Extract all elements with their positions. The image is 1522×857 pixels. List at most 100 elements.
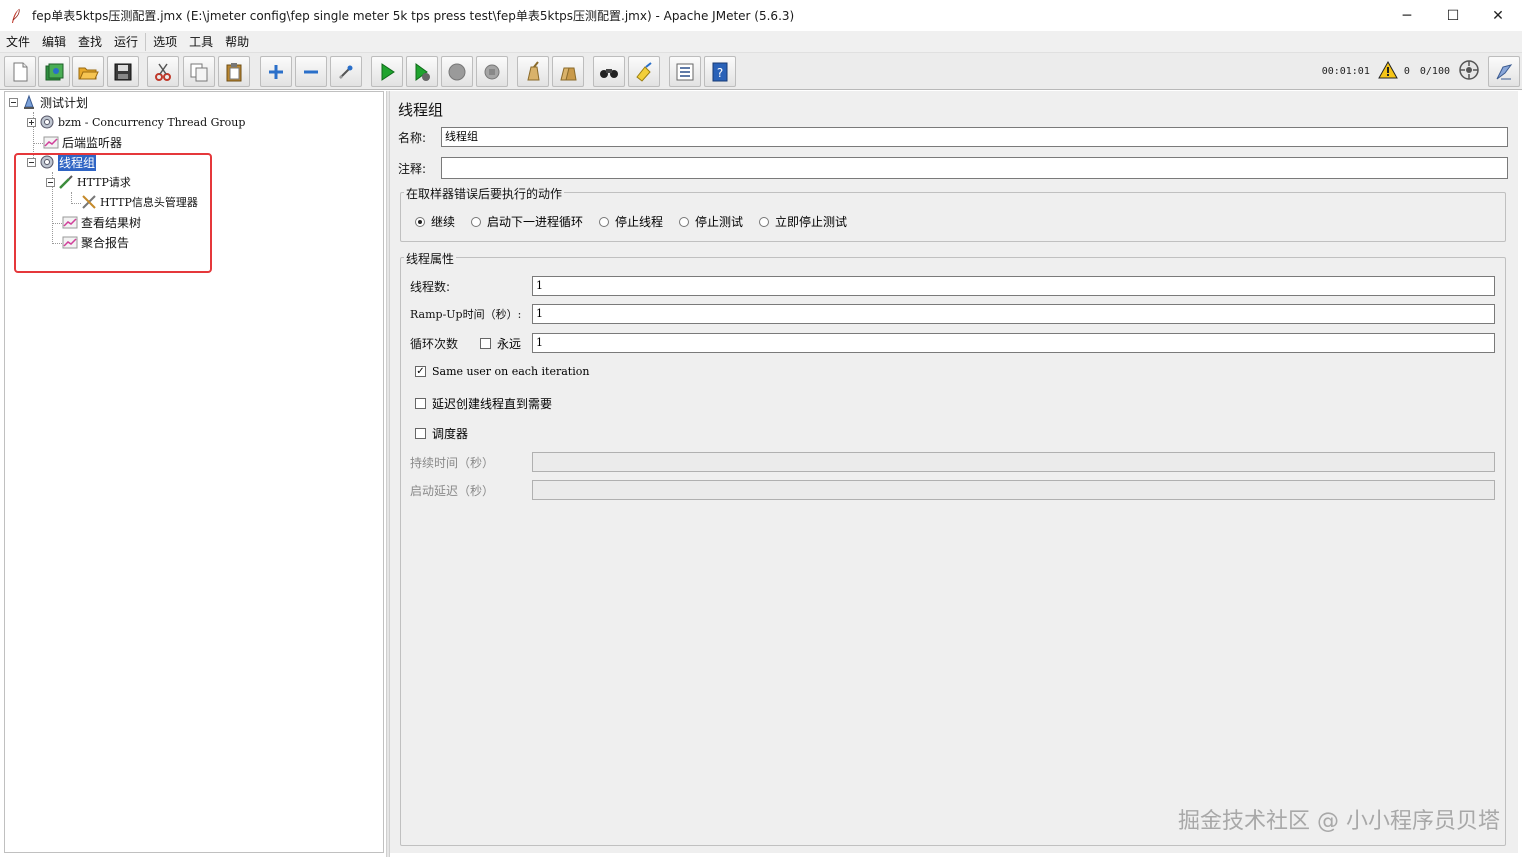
listener-chart-icon xyxy=(43,134,59,150)
threads-input[interactable]: 1 xyxy=(532,276,1495,296)
warning-count: 0 xyxy=(1403,66,1410,77)
menu-search[interactable]: 查找 xyxy=(72,32,108,52)
search-button[interactable] xyxy=(593,56,625,87)
rampup-input[interactable]: 1 xyxy=(532,304,1495,324)
tree-label: bzm - Concurrency Thread Group xyxy=(58,115,246,129)
start-icon xyxy=(381,62,395,81)
templates-button[interactable] xyxy=(38,56,70,87)
radio-stop-thread[interactable]: 停止线程 xyxy=(599,213,663,230)
log-viewer-icon xyxy=(1496,63,1513,79)
svg-text:?: ? xyxy=(717,66,723,80)
warning-icon[interactable] xyxy=(1378,60,1398,82)
tree-label: 测试计划 xyxy=(40,95,89,110)
new-button[interactable] xyxy=(4,56,36,87)
start-no-pause-icon xyxy=(415,62,430,81)
clear-button[interactable] xyxy=(517,56,549,87)
menu-bar: 文件 编辑 查找 运行 选项 工具 帮助 xyxy=(0,31,1522,53)
menu-tools[interactable]: 工具 xyxy=(183,32,219,52)
templates-icon xyxy=(45,63,64,80)
menu-options[interactable]: 选项 xyxy=(147,32,183,52)
radio-label: 停止测试 xyxy=(695,215,744,229)
toggle-button[interactable] xyxy=(330,56,362,87)
radio-start-next-loop[interactable]: 启动下一进程循环 xyxy=(471,213,583,230)
help-button[interactable]: ? xyxy=(704,56,736,87)
start-button[interactable] xyxy=(371,56,403,87)
tree-node-backend-listener[interactable]: 后端监听器 xyxy=(43,132,122,152)
menu-run[interactable]: 运行 xyxy=(108,32,144,52)
radio-indicator xyxy=(679,216,689,227)
clear-all-button[interactable] xyxy=(552,56,584,87)
panel-title: 线程组 xyxy=(398,101,444,119)
collapse-icon xyxy=(304,70,318,73)
checkbox-label: Same user on each iteration xyxy=(432,365,590,378)
menu-file[interactable]: 文件 xyxy=(0,32,36,52)
radio-indicator xyxy=(415,216,425,227)
collapse-toggle[interactable] xyxy=(9,97,18,107)
close-button[interactable]: ✕ xyxy=(1475,0,1521,31)
cut-icon xyxy=(155,63,171,81)
thread-properties-legend: 线程属性 xyxy=(404,250,457,267)
copy-button[interactable] xyxy=(183,56,215,87)
delay-thread-creation-checkbox[interactable]: 延迟创建线程直到需要 xyxy=(415,395,552,412)
shutdown-icon xyxy=(484,64,500,79)
title-bar: fep单表5ktps压测配置.jmx (E:\jmeter config\fep… xyxy=(0,0,1522,31)
expand-icon xyxy=(269,64,283,79)
reset-search-icon xyxy=(636,61,652,82)
open-icon xyxy=(78,67,99,79)
loop-count-input[interactable]: 1 xyxy=(532,333,1495,353)
function-helper-icon xyxy=(676,63,694,80)
new-icon xyxy=(13,62,28,81)
paste-button[interactable] xyxy=(218,56,250,87)
expand-all-button[interactable] xyxy=(260,56,292,87)
open-button[interactable] xyxy=(72,56,104,87)
sampler-error-action-legend: 在取样器错误后要执行的动作 xyxy=(404,185,565,202)
save-button[interactable] xyxy=(107,56,139,87)
tree-node-bzm-concurrency-thread-group[interactable]: bzm - Concurrency Thread Group xyxy=(27,112,245,132)
checkbox-box xyxy=(415,398,426,409)
name-input[interactable]: 线程组 xyxy=(441,127,1508,147)
menu-help[interactable]: 帮助 xyxy=(219,32,255,52)
radio-label: 停止线程 xyxy=(615,215,664,229)
search-icon xyxy=(600,68,618,78)
radio-stop-test-now[interactable]: 立即停止测试 xyxy=(759,213,847,230)
radio-indicator xyxy=(599,216,609,227)
stop-button[interactable] xyxy=(441,56,473,87)
radio-continue[interactable]: 继续 xyxy=(415,213,455,230)
radio-label: 继续 xyxy=(431,215,456,229)
menu-separator xyxy=(145,32,147,51)
tree-connector xyxy=(33,143,43,144)
reset-search-button[interactable] xyxy=(628,56,660,87)
same-user-checkbox[interactable]: ✓ Same user on each iteration xyxy=(415,365,589,378)
start-no-pauses-button[interactable] xyxy=(406,56,438,87)
tree-label: 后端监听器 xyxy=(62,135,123,150)
checkbox-label: 永远 xyxy=(497,337,522,351)
toolbar: ? 00:01:01 0 0/100 xyxy=(0,53,1522,90)
scheduler-checkbox[interactable]: 调度器 xyxy=(415,425,468,442)
cut-button[interactable] xyxy=(147,56,179,87)
duration-input[interactable] xyxy=(532,452,1495,472)
menu-edit[interactable]: 编辑 xyxy=(36,32,72,52)
tree-node-test-plan[interactable]: 测试计划 xyxy=(9,92,88,112)
watermark: 掘金技术社区 @ 小小程序员贝塔 xyxy=(1178,809,1500,834)
shutdown-button[interactable] xyxy=(476,56,508,87)
checkbox-box xyxy=(480,338,491,349)
remote-status-icon xyxy=(1458,59,1480,84)
maximize-button[interactable]: ☐ xyxy=(1430,0,1476,31)
status-area: 00:01:01 0 0/100 xyxy=(1322,53,1522,90)
radio-label: 立即停止测试 xyxy=(775,215,848,229)
startup-delay-input[interactable] xyxy=(532,480,1495,500)
clear-all-icon xyxy=(560,67,577,80)
function-helper-button[interactable] xyxy=(669,56,701,87)
minimize-button[interactable]: ─ xyxy=(1384,0,1430,31)
expand-toggle[interactable] xyxy=(27,117,36,127)
loop-count-label: 循环次数 xyxy=(410,337,459,351)
stop-icon xyxy=(448,63,466,80)
elapsed-time: 00:01:01 xyxy=(1321,66,1370,77)
thread-group-config-panel: 线程组 名称: 线程组 注释: 在取样器错误后要执行的动作 继续 启动下一进程循… xyxy=(390,91,1518,853)
forever-checkbox[interactable]: 永远 xyxy=(480,335,521,352)
jmeter-feather-icon xyxy=(8,8,24,24)
log-viewer-button[interactable] xyxy=(1488,56,1520,87)
collapse-all-button[interactable] xyxy=(295,56,327,87)
comment-input[interactable] xyxy=(441,157,1508,179)
radio-stop-test[interactable]: 停止测试 xyxy=(679,213,743,230)
